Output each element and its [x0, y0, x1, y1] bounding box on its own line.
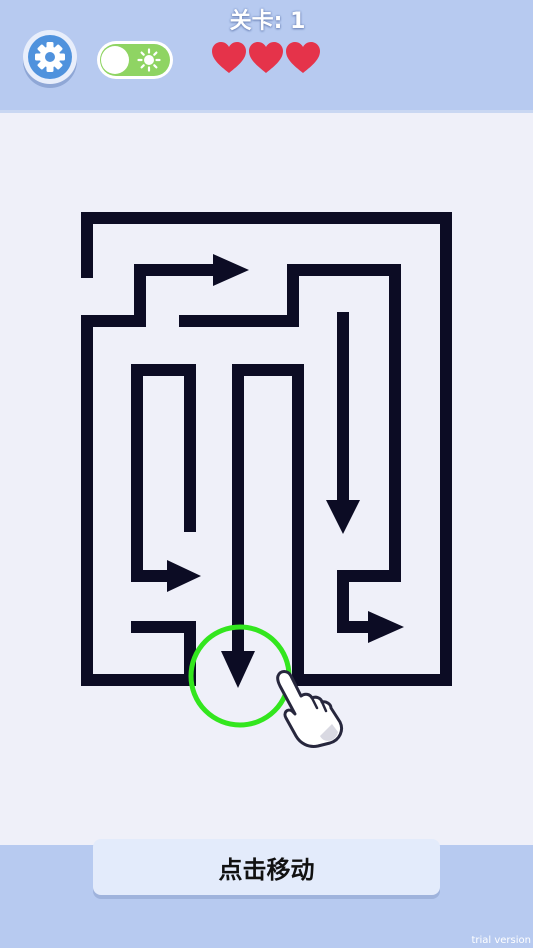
pointing-hand-icon — [276, 670, 344, 748]
trial-watermark: trial version — [471, 935, 531, 946]
maze-walls — [81, 212, 452, 686]
arrow-icon — [213, 254, 249, 286]
arrow-icon — [326, 500, 360, 534]
maze-board — [81, 212, 452, 728]
arrow-icon — [167, 560, 201, 592]
move-button[interactable]: 点击移动 — [93, 839, 440, 895]
arrow-icon — [368, 611, 404, 643]
arrow-icon — [221, 651, 255, 688]
